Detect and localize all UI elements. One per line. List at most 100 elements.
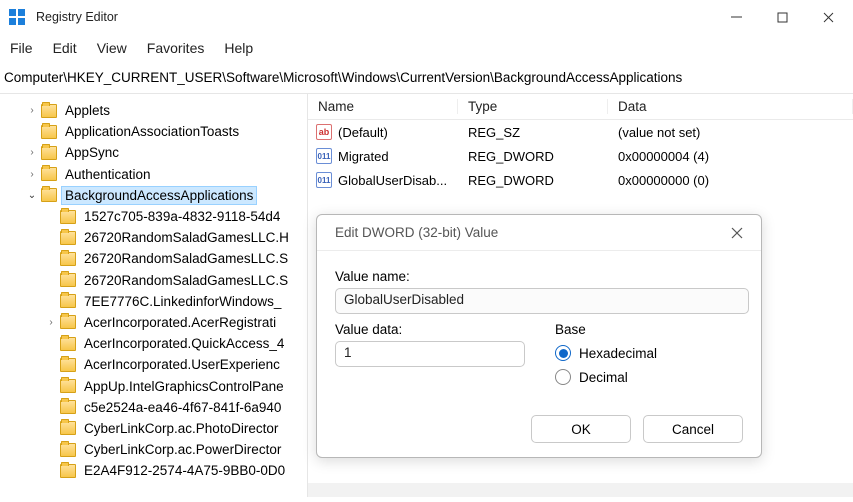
tree-item-label: CyberLinkCorp.ac.PowerDirector (81, 441, 284, 458)
col-data[interactable]: Data (608, 99, 853, 114)
tree-item-label: c5e2524a-ea46-4f67-841f-6a940 (81, 399, 284, 416)
chevron-right-icon[interactable]: › (25, 147, 39, 158)
value-name-input[interactable]: GlobalUserDisabled (335, 288, 749, 314)
folder-icon (60, 400, 76, 414)
value-data: 0x00000000 (0) (608, 173, 853, 188)
chevron-down-icon[interactable]: ⌄ (25, 190, 39, 201)
menu-edit[interactable]: Edit (53, 40, 77, 56)
tree-item-label: AcerIncorporated.UserExperienc (81, 356, 283, 373)
cancel-button[interactable]: Cancel (643, 415, 743, 443)
base-label: Base (555, 322, 743, 337)
tree-item[interactable]: E2A4F912-2574-4A75-9BB0-0D0 (0, 460, 307, 481)
value-data-label: Value data: (335, 322, 525, 337)
value-data: (value not set) (608, 125, 853, 140)
tree-item[interactable]: 26720RandomSaladGamesLLC.S (0, 248, 307, 269)
tree-item[interactable]: › Applets (0, 100, 307, 121)
list-row[interactable]: ab (Default) REG_SZ(value not set) (308, 120, 853, 144)
tree-item[interactable]: 7EE7776C.LinkedinforWindows_ (0, 291, 307, 312)
edit-dword-dialog: Edit DWORD (32-bit) Value Value name: Gl… (316, 214, 762, 458)
title-bar: Registry Editor (0, 0, 853, 34)
chevron-right-icon[interactable]: › (44, 317, 58, 328)
value-type: REG_SZ (458, 125, 608, 140)
maximize-button[interactable] (759, 2, 805, 32)
menu-view[interactable]: View (97, 40, 127, 56)
tree-item[interactable]: 1527c705-839a-4832-9118-54d4 (0, 206, 307, 227)
radio-hexadecimal[interactable]: Hexadecimal (555, 345, 743, 361)
folder-icon (60, 337, 76, 351)
ok-button[interactable]: OK (531, 415, 631, 443)
dword-value-icon: 011 (316, 148, 332, 164)
tree-item-label: AppSync (62, 144, 122, 161)
chevron-right-icon[interactable]: › (25, 169, 39, 180)
close-button[interactable] (805, 2, 851, 32)
folder-icon (41, 146, 57, 160)
tree-view[interactable]: › Applets ApplicationAssociationToasts › App… (0, 94, 308, 497)
dword-value-icon: 011 (316, 172, 332, 188)
radio-dot-icon (555, 345, 571, 361)
value-name-label: Value name: (335, 269, 743, 284)
tree-item-label: Applets (62, 102, 113, 119)
tree-item[interactable]: c5e2524a-ea46-4f67-841f-6a940 (0, 397, 307, 418)
menu-help[interactable]: Help (224, 40, 253, 56)
menu-bar: File Edit View Favorites Help (0, 34, 853, 64)
tree-item[interactable]: AcerIncorporated.QuickAccess_4 (0, 333, 307, 354)
tree-item[interactable]: AcerIncorporated.UserExperienc (0, 354, 307, 375)
address-bar[interactable]: Computer\HKEY_CURRENT_USER\Software\Micr… (0, 64, 853, 94)
string-value-icon: ab (316, 124, 332, 140)
tree-item[interactable]: › AppSync (0, 142, 307, 163)
tree-item[interactable]: CyberLinkCorp.ac.PowerDirector (0, 439, 307, 460)
folder-icon (60, 210, 76, 224)
col-type[interactable]: Type (458, 99, 608, 114)
radio-decimal[interactable]: Decimal (555, 369, 743, 385)
tree-item[interactable]: CyberLinkCorp.ac.PhotoDirector (0, 418, 307, 439)
tree-item-label: Authentication (62, 166, 154, 183)
value-data-input[interactable]: 1 (335, 341, 525, 367)
tree-item-label: 7EE7776C.LinkedinforWindows_ (81, 293, 284, 310)
value-name: (Default) (338, 125, 388, 140)
value-name: GlobalUserDisab... (338, 173, 447, 188)
folder-icon (41, 104, 57, 118)
list-row[interactable]: 011MigratedREG_DWORD0x00000004 (4) (308, 144, 853, 168)
tree-item[interactable]: AppUp.IntelGraphicsControlPane (0, 375, 307, 396)
app-icon (8, 8, 26, 26)
menu-favorites[interactable]: Favorites (147, 40, 205, 56)
tree-item-label: CyberLinkCorp.ac.PhotoDirector (81, 420, 281, 437)
dialog-title: Edit DWORD (32-bit) Value (335, 225, 725, 240)
tree-item-label: 26720RandomSaladGamesLLC.S (81, 250, 291, 267)
tree-item[interactable]: › AcerIncorporated.AcerRegistrati (0, 312, 307, 333)
tree-item-label: 1527c705-839a-4832-9118-54d4 (81, 208, 283, 225)
folder-icon (60, 315, 76, 329)
value-name: Migrated (338, 149, 389, 164)
chevron-right-icon[interactable]: › (25, 105, 39, 116)
radio-dot-icon (555, 369, 571, 385)
folder-icon (60, 443, 76, 457)
tree-item-label: AcerIncorporated.AcerRegistrati (81, 314, 279, 331)
tree-item-label: 26720RandomSaladGamesLLC.H (81, 229, 292, 246)
folder-icon (60, 379, 76, 393)
tree-item[interactable]: ⌄BackgroundAccessApplications (0, 185, 307, 206)
tree-item[interactable]: › Authentication (0, 164, 307, 185)
folder-icon (60, 273, 76, 287)
value-data: 0x00000004 (4) (608, 149, 853, 164)
tree-item-label: AcerIncorporated.QuickAccess_4 (81, 335, 287, 352)
scrollbar-track[interactable] (308, 483, 853, 497)
folder-icon (60, 421, 76, 435)
minimize-button[interactable] (713, 2, 759, 32)
tree-item-label: AppUp.IntelGraphicsControlPane (81, 378, 287, 395)
folder-icon (60, 464, 76, 478)
folder-icon (60, 358, 76, 372)
menu-file[interactable]: File (10, 40, 33, 56)
window-title: Registry Editor (36, 10, 713, 24)
tree-item[interactable]: ApplicationAssociationToasts (0, 121, 307, 142)
tree-item[interactable]: 26720RandomSaladGamesLLC.H (0, 227, 307, 248)
folder-icon (41, 125, 57, 139)
tree-item[interactable]: 26720RandomSaladGamesLLC.S (0, 270, 307, 291)
tree-item-label: E2A4F912-2574-4A75-9BB0-0D0 (81, 462, 288, 479)
dialog-close-icon[interactable] (725, 221, 749, 245)
list-row[interactable]: 011GlobalUserDisab...REG_DWORD0x00000000… (308, 168, 853, 192)
folder-icon (60, 231, 76, 245)
folder-icon (60, 294, 76, 308)
col-name[interactable]: Name (308, 99, 458, 114)
folder-icon (60, 252, 76, 266)
folder-icon (41, 188, 57, 202)
